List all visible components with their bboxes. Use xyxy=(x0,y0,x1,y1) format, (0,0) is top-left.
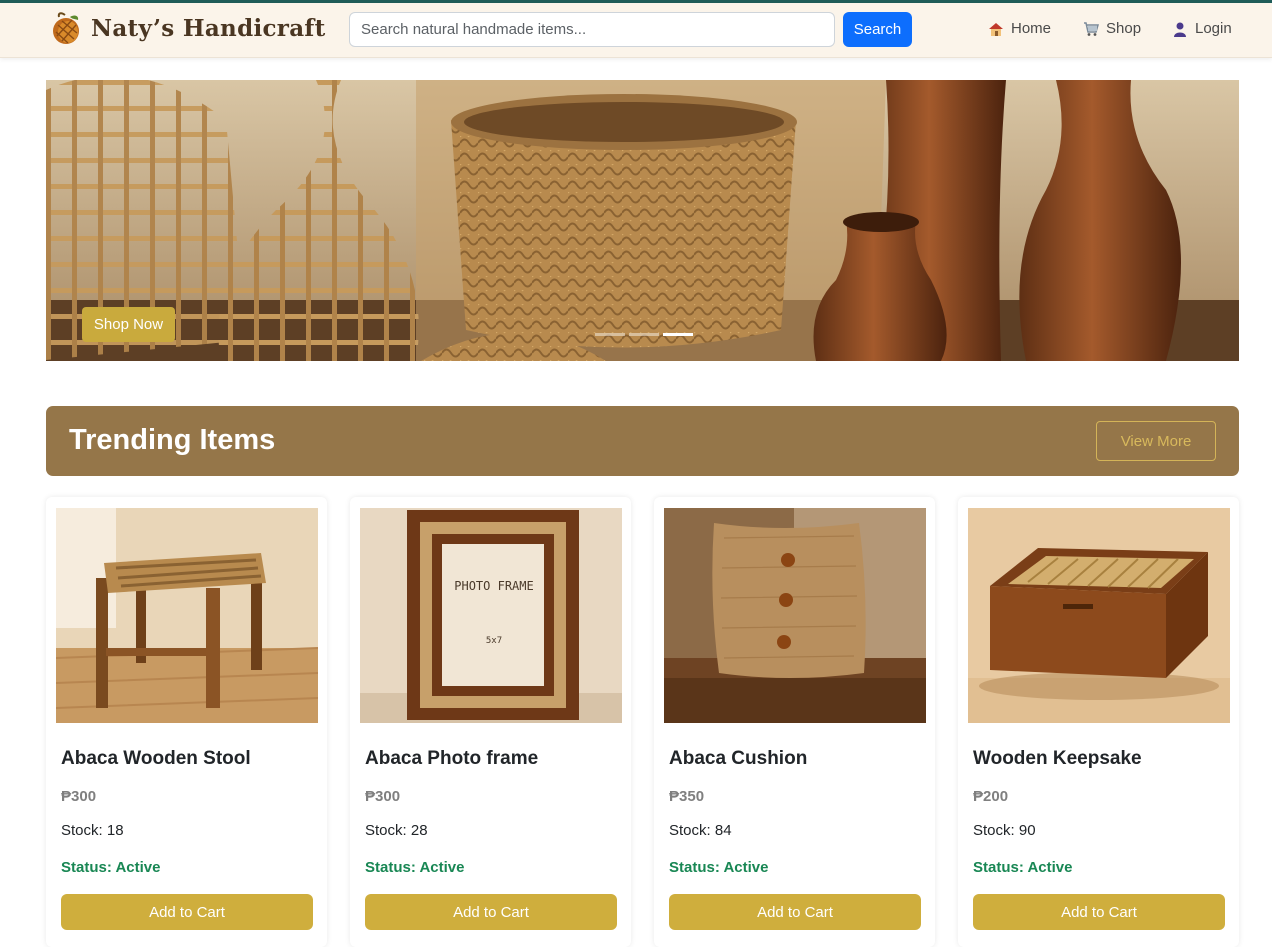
pinecone-logo-icon xyxy=(53,12,79,44)
nav-home-label: Home xyxy=(1011,20,1052,37)
house-icon xyxy=(989,22,1003,36)
product-price: ₱300 xyxy=(61,788,97,805)
add-to-cart-button[interactable]: Add to Cart xyxy=(973,894,1225,930)
nav-login-label: Login xyxy=(1195,20,1232,37)
product-stock: Stock: 84 xyxy=(669,822,732,839)
nav-home[interactable]: Home xyxy=(988,20,1051,37)
add-to-cart-button[interactable]: Add to Cart xyxy=(61,894,313,930)
view-more-button[interactable]: View More xyxy=(1096,421,1216,461)
keepsake-box-image[interactable] xyxy=(968,508,1230,723)
brand-name: Naty’s Handicraft xyxy=(91,14,326,42)
hero-carousel[interactable]: Shop Now xyxy=(46,80,1239,361)
product-price: ₱300 xyxy=(365,788,401,805)
carousel-indicator-2[interactable] xyxy=(629,333,659,336)
product-status: Status: Active xyxy=(973,859,1073,876)
hero-image xyxy=(46,80,1239,361)
product-card: Abaca Cushion ₱350 Stock: 84 Status: Act… xyxy=(654,497,935,947)
carousel-indicator-3[interactable] xyxy=(663,333,693,336)
nav-shop-label: Shop xyxy=(1106,20,1142,37)
product-status: Status: Active xyxy=(669,859,769,876)
trending-title: Trending Items xyxy=(69,424,276,456)
cushion-image[interactable] xyxy=(664,508,926,723)
product-card: PHOTO FRAME 5x7 Abaca Photo frame ₱300 S… xyxy=(350,497,631,947)
product-status: Status: Active xyxy=(61,859,161,876)
nav-shop[interactable]: Shop xyxy=(1083,20,1141,37)
product-stock: Stock: 28 xyxy=(365,822,428,839)
add-to-cart-button[interactable]: Add to Cart xyxy=(669,894,921,930)
product-stock: Stock: 18 xyxy=(61,822,124,839)
navbar: Naty’s Handicraft Search Home Shop Login xyxy=(0,3,1272,58)
product-name[interactable]: Abaca Cushion xyxy=(669,748,807,770)
photo-frame-image[interactable]: PHOTO FRAME 5x7 xyxy=(360,508,622,723)
trending-header: Trending Items View More xyxy=(46,406,1239,476)
product-price: ₱200 xyxy=(973,788,1009,805)
product-status: Status: Active xyxy=(365,859,465,876)
search-input[interactable] xyxy=(349,12,835,47)
product-price: ₱350 xyxy=(669,788,705,805)
product-name[interactable]: Wooden Keepsake xyxy=(973,748,1142,770)
product-name[interactable]: Abaca Photo frame xyxy=(365,748,538,770)
carousel-indicator-1[interactable] xyxy=(595,333,625,336)
add-to-cart-button[interactable]: Add to Cart xyxy=(365,894,617,930)
carousel-indicators xyxy=(595,333,693,336)
shop-now-button[interactable]: Shop Now xyxy=(82,307,175,342)
product-name[interactable]: Abaca Wooden Stool xyxy=(61,748,251,770)
frame-size: 5x7 xyxy=(486,636,502,646)
product-card: Abaca Wooden Stool ₱300 Stock: 18 Status… xyxy=(46,497,327,947)
frame-title: PHOTO FRAME xyxy=(454,579,533,593)
nav-login[interactable]: Login xyxy=(1172,20,1232,37)
product-stock: Stock: 90 xyxy=(973,822,1036,839)
brand[interactable]: Naty’s Handicraft xyxy=(50,11,326,45)
user-icon xyxy=(1174,22,1186,37)
cart-icon xyxy=(1084,21,1099,36)
product-card: Wooden Keepsake ₱200 Stock: 90 Status: A… xyxy=(958,497,1239,947)
search-button[interactable]: Search xyxy=(843,12,912,47)
stool-image[interactable] xyxy=(56,508,318,723)
